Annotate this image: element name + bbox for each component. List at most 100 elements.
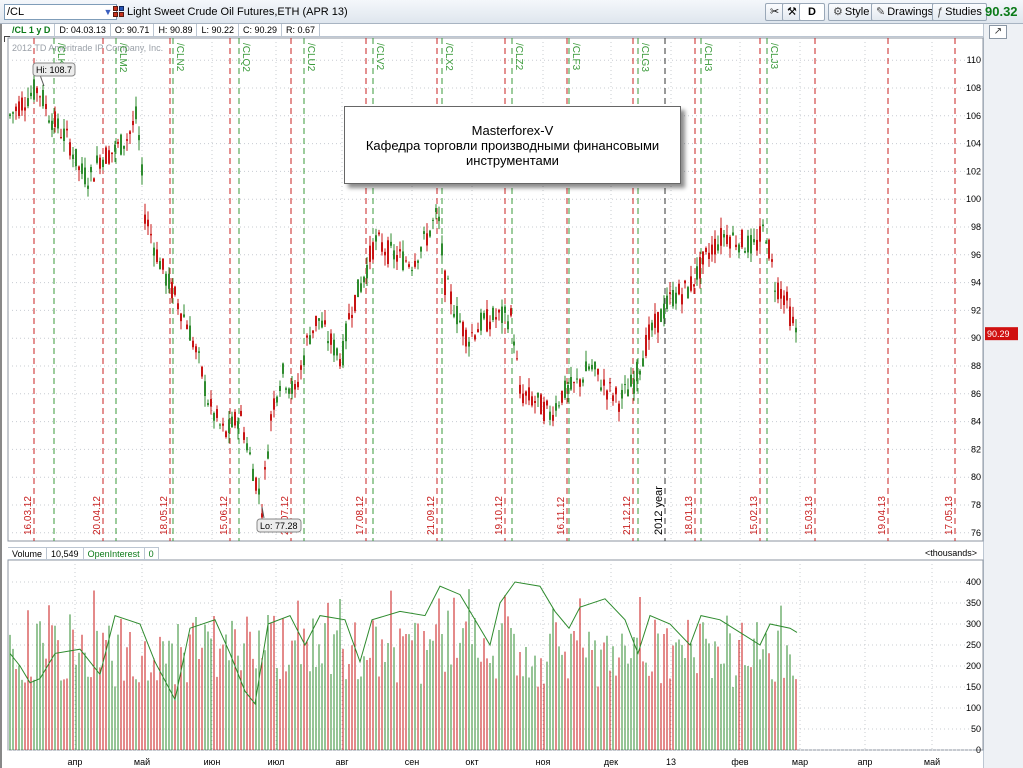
candle-body xyxy=(258,488,260,495)
candle-body xyxy=(726,234,728,245)
price-tick-label: 100 xyxy=(966,194,981,204)
candle-body xyxy=(783,295,785,306)
candle-body xyxy=(111,152,113,155)
candle-body xyxy=(369,245,371,262)
candle-body xyxy=(771,259,773,262)
candle-body xyxy=(564,380,566,398)
red-expiry-label: 19.10.12 xyxy=(494,496,505,535)
candle-body xyxy=(717,244,719,251)
candle-body xyxy=(426,233,428,246)
candle-body xyxy=(612,395,614,402)
candle-body xyxy=(453,313,455,317)
candle-body xyxy=(159,261,161,270)
candle-body xyxy=(519,384,521,394)
month-label: дек xyxy=(604,757,618,767)
candle-body xyxy=(255,477,257,491)
price-tick-label: 98 xyxy=(971,222,981,232)
candle-body xyxy=(483,313,485,319)
candle-body xyxy=(723,234,725,238)
volume-tick-label: 250 xyxy=(966,640,981,650)
candle-body xyxy=(273,398,275,410)
candle-body xyxy=(342,340,344,366)
candle-body xyxy=(696,266,698,280)
candle-body xyxy=(336,348,338,356)
month-label: сен xyxy=(405,757,420,767)
candle-body xyxy=(750,235,752,254)
candle-body xyxy=(420,247,422,252)
candle-body xyxy=(621,389,623,399)
candle-body xyxy=(90,167,92,173)
candle-body xyxy=(450,291,452,305)
candle-body xyxy=(63,128,65,142)
candle-body xyxy=(423,231,425,234)
candle-body xyxy=(774,290,776,292)
candle-body xyxy=(237,421,239,429)
price-tick-label: 110 xyxy=(967,55,981,65)
month-label: 13 xyxy=(666,757,676,767)
volume-tick-label: 200 xyxy=(966,661,981,671)
candle-body xyxy=(105,147,107,164)
volume-tick-label: 50 xyxy=(971,724,981,734)
candle-body xyxy=(309,335,311,344)
candle-body xyxy=(384,251,386,256)
candle-body xyxy=(462,321,464,337)
month-label: июн xyxy=(204,757,221,767)
candle-body xyxy=(702,251,704,265)
candle-body xyxy=(390,241,392,246)
candle-body xyxy=(792,316,794,324)
candle-body xyxy=(153,247,155,256)
candle-body xyxy=(417,260,419,263)
candle-body xyxy=(72,154,74,160)
price-tick-label: 94 xyxy=(971,278,981,288)
candle-body xyxy=(477,329,479,333)
candle-body xyxy=(36,87,38,94)
green-expiry-label: /CLH3 xyxy=(702,43,713,72)
candle-body xyxy=(300,365,302,370)
price-tick-label: 92 xyxy=(971,305,981,315)
candle-body xyxy=(753,239,755,243)
candle-body xyxy=(705,248,707,252)
candle-body xyxy=(759,226,761,242)
year-marker-label: 2012 year xyxy=(653,486,665,535)
candle-body xyxy=(531,396,533,406)
candle-body xyxy=(330,333,332,345)
month-label: фев xyxy=(731,757,748,767)
candle-body xyxy=(75,148,77,167)
candle-body xyxy=(54,111,56,128)
candle-body xyxy=(363,276,365,283)
candle-body xyxy=(120,134,122,155)
candle-body xyxy=(267,451,269,459)
red-expiry-label: 17.08.12 xyxy=(355,496,366,535)
candle-body xyxy=(192,340,194,348)
candle-body xyxy=(561,390,563,403)
candle-body xyxy=(720,228,722,246)
candle-body xyxy=(747,235,749,253)
price-tick-label: 96 xyxy=(971,250,981,260)
candle-body xyxy=(537,392,539,398)
candle-body xyxy=(165,273,167,286)
month-label: май xyxy=(924,757,940,767)
candle-body xyxy=(603,379,605,386)
candle-body xyxy=(732,232,734,236)
red-expiry-label: 20.04.12 xyxy=(92,496,103,535)
annotation-box[interactable]: Masterforex-V Кафедра торговли производн… xyxy=(344,106,681,184)
volume-tick-label: 100 xyxy=(966,703,981,713)
hi-callout-label: Hi: 108.7 xyxy=(36,65,72,75)
watermark: 2012 TD Ameritrade IP Company, Inc. xyxy=(12,43,163,53)
candle-body xyxy=(15,106,17,112)
candle-body xyxy=(372,242,374,260)
candle-body xyxy=(135,106,137,120)
candle-body xyxy=(786,291,788,301)
candle-body xyxy=(762,224,764,227)
volume-tick-label: 400 xyxy=(966,577,981,587)
candle-body xyxy=(591,364,593,370)
candle-body xyxy=(357,279,359,298)
candle-body xyxy=(306,335,308,338)
candle-body xyxy=(393,250,395,260)
candle-body xyxy=(618,403,620,412)
candle-body xyxy=(471,332,473,334)
price-tick-label: 106 xyxy=(966,111,981,121)
candle-body xyxy=(348,313,350,320)
candle-body xyxy=(609,382,611,384)
candle-body xyxy=(429,230,431,237)
